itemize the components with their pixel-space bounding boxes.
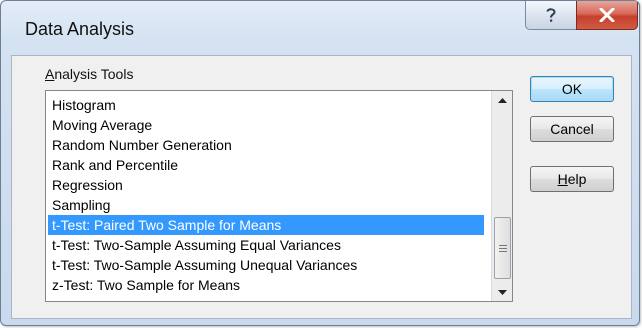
cancel-button[interactable]: Cancel (530, 116, 614, 142)
list-item[interactable]: Random Number Generation (48, 135, 484, 155)
window-title: Data Analysis (25, 19, 135, 39)
ok-button[interactable]: OK (530, 76, 614, 102)
title-close-button[interactable] (576, 1, 638, 30)
list-item[interactable]: t-Test: Two-Sample Assuming Equal Varian… (48, 235, 484, 255)
list-item[interactable]: Histogram (48, 95, 484, 115)
scroll-down-button[interactable] (492, 283, 512, 301)
list-item[interactable]: Rank and Percentile (48, 155, 484, 175)
list-item[interactable]: Regression (48, 175, 484, 195)
list-item[interactable]: z-Test: Two Sample for Means (48, 275, 484, 295)
title-help-button[interactable] (525, 1, 577, 30)
dialog-client-area: Analysis Tools Histogram Moving Average Ra… (11, 55, 632, 319)
analysis-tools-label: Analysis Tools (45, 66, 133, 82)
scroll-thumb[interactable] (494, 217, 511, 279)
grip-icon (498, 244, 507, 252)
scroll-up-arrow-icon (497, 97, 507, 103)
help-accelerator: H (557, 171, 568, 187)
question-mark-icon (546, 8, 556, 22)
label-text: nalysis Tools (54, 66, 134, 82)
list-item[interactable]: Sampling (48, 195, 484, 215)
scroll-up-button[interactable] (492, 91, 512, 109)
help-text: elp (567, 171, 587, 187)
list-item[interactable]: t-Test: Two-Sample Assuming Unequal Vari… (48, 255, 484, 275)
list-items: Histogram Moving Average Random Number Gen… (48, 95, 484, 295)
close-icon (599, 8, 615, 22)
list-item[interactable]: t-Test: Paired Two Sample for Means (48, 215, 484, 235)
data-analysis-dialog: Data Analysis Analysis Tools Histogram Mo… (0, 0, 640, 326)
analysis-tools-listbox[interactable]: Histogram Moving Average Random Number Gen… (45, 90, 513, 302)
help-button[interactable]: Help (530, 166, 614, 192)
vertical-scrollbar[interactable] (491, 91, 512, 301)
list-item[interactable]: Moving Average (48, 115, 484, 135)
scroll-down-arrow-icon (497, 289, 507, 295)
label-accelerator: A (45, 66, 55, 82)
